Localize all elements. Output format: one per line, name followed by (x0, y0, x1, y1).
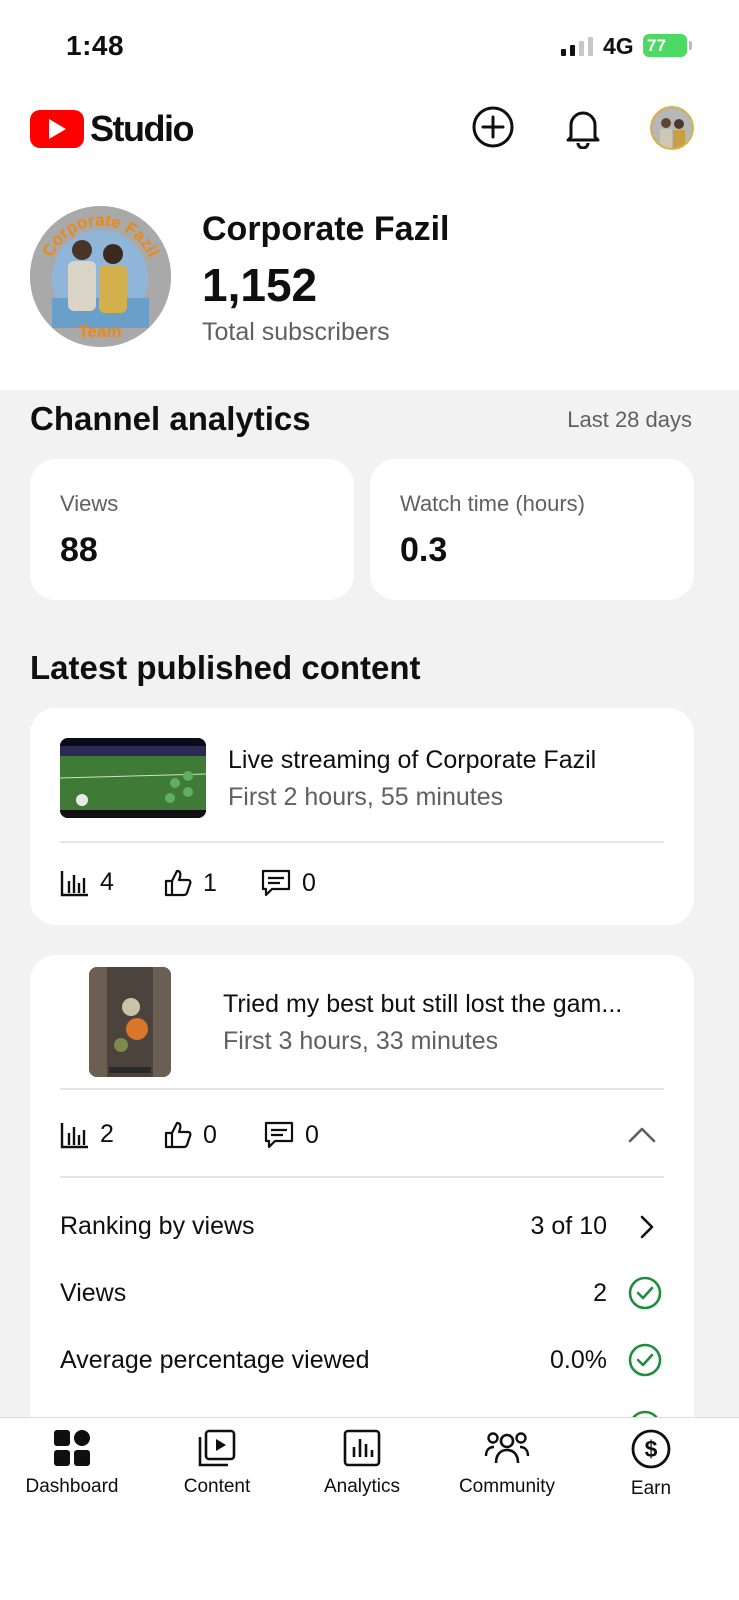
views-row-label: Views (60, 1279, 127, 1307)
avg-viewed-label: Average percentage viewed (60, 1346, 370, 1374)
divider (60, 1088, 664, 1090)
cellular-signal-icon (561, 36, 593, 56)
views-value: 88 (60, 531, 98, 569)
views-metric: 4 (60, 868, 114, 897)
comments-count: 0 (305, 1120, 319, 1149)
comments-metric: 0 (263, 1120, 319, 1150)
youtube-play-icon (30, 110, 84, 148)
thumbs-up-icon (164, 1121, 192, 1149)
video-library-icon (198, 1429, 236, 1467)
dashboard-icon (54, 1430, 90, 1466)
comments-count: 0 (302, 868, 316, 897)
views-row-value: 2 (593, 1279, 607, 1307)
check-circle-icon (628, 1276, 662, 1310)
watch-time-value: 0.3 (400, 531, 448, 569)
ranking-label: Ranking by views (60, 1212, 255, 1240)
check-circle-icon (628, 1343, 662, 1377)
add-circle-icon (472, 106, 514, 148)
nav-dashboard[interactable]: Dashboard (2, 1428, 142, 1498)
video-thumbnail[interactable] (89, 967, 171, 1077)
bar-chart-icon (60, 870, 88, 896)
latest-content-title: Latest published content (30, 649, 421, 686)
likes-count: 0 (203, 1120, 217, 1149)
thumbnail-image (89, 967, 171, 1077)
watch-time-card[interactable]: Watch time (hours) 0.3 (370, 459, 694, 600)
nav-analytics-label: Analytics (323, 1476, 401, 1497)
battery-level: 77 (647, 35, 666, 55)
likes-metric: 1 (163, 868, 217, 898)
svg-text:$: $ (645, 1436, 658, 1462)
views-count: 4 (100, 868, 114, 896)
status-time: 1:48 (66, 30, 125, 61)
bar-chart-icon (60, 1122, 88, 1148)
create-button[interactable] (470, 104, 516, 150)
subscriber-label: Total subscribers (202, 318, 390, 346)
channel-name: Corporate Fazil (202, 210, 450, 248)
video-thumbnail[interactable] (60, 738, 206, 818)
collapse-button[interactable] (624, 1121, 660, 1149)
video-period: First 2 hours, 55 minutes (228, 783, 504, 811)
divider (60, 1176, 664, 1178)
dollar-circle-icon: $ (631, 1429, 671, 1469)
views-label: Views (60, 491, 119, 516)
video-title: Tried my best but still lost the gam... (223, 990, 623, 1018)
avatar-team-text: Team (78, 322, 121, 341)
subscriber-count: 1,152 (202, 259, 318, 311)
bell-icon (566, 111, 600, 149)
analytics-period: Last 28 days (567, 407, 692, 432)
nav-community[interactable]: Community (437, 1428, 577, 1498)
comments-metric: 0 (260, 868, 316, 898)
chevron-up-icon (628, 1127, 656, 1143)
analytics-icon (343, 1429, 381, 1467)
likes-metric: 0 (163, 1120, 217, 1150)
content-card-expanded[interactable]: Tried my best but still lost the gam... … (30, 955, 694, 1475)
community-icon (484, 1432, 530, 1464)
likes-count: 1 (203, 868, 217, 897)
nav-community-label: Community (458, 1476, 556, 1497)
content-card[interactable]: Live streaming of Corporate Fazil First … (30, 708, 694, 925)
divider (60, 841, 664, 843)
video-title: Live streaming of Corporate Fazil (228, 746, 597, 774)
nav-content[interactable]: Content (147, 1428, 287, 1498)
avg-viewed-value: 0.0% (550, 1346, 607, 1374)
nav-earn-label: Earn (630, 1478, 672, 1499)
battery-icon: 77 (643, 34, 692, 57)
channel-avatar[interactable]: Corporate Fazil Team (30, 206, 171, 347)
chevron-right-icon (640, 1215, 654, 1239)
channel-photo: Corporate Fazil Team (30, 206, 171, 347)
views-count: 2 (100, 1120, 114, 1148)
nav-earn[interactable]: $ Earn (581, 1428, 721, 1500)
avatar-image (652, 108, 692, 148)
ranking-detail-button[interactable] (637, 1212, 657, 1242)
bottom-navigation: Dashboard Content Analytics Community $ … (0, 1417, 739, 1600)
ranking-value: 3 of 10 (530, 1212, 607, 1240)
notifications-button[interactable] (560, 104, 606, 150)
video-period: First 3 hours, 33 minutes (223, 1027, 499, 1055)
comment-icon (264, 1121, 294, 1149)
thumbs-up-icon (164, 869, 192, 897)
network-type: 4G (603, 33, 634, 59)
nav-analytics[interactable]: Analytics (292, 1428, 432, 1498)
app-name: Studio (90, 108, 194, 149)
analytics-title: Channel analytics (30, 400, 311, 437)
views-card[interactable]: Views 88 (30, 459, 354, 600)
comment-icon (261, 869, 291, 897)
watch-time-label: Watch time (hours) (400, 491, 586, 516)
nav-content-label: Content (183, 1476, 251, 1497)
studio-logo: Studio (30, 108, 194, 150)
views-metric: 2 (60, 1120, 114, 1149)
nav-dashboard-label: Dashboard (25, 1476, 119, 1497)
account-avatar-button[interactable] (650, 106, 694, 150)
thumbnail-image (60, 738, 206, 818)
